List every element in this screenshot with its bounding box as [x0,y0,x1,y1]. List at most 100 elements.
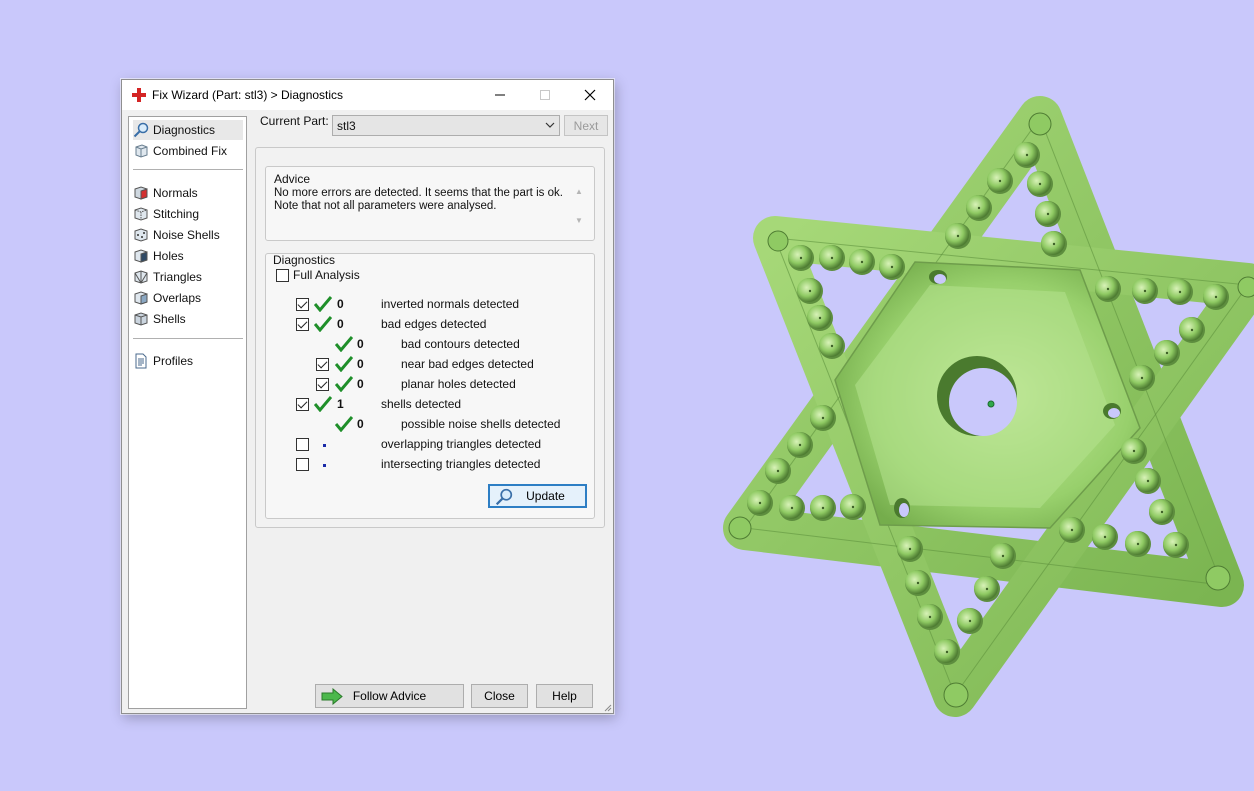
scroll-up-icon[interactable]: ▲ [572,187,586,196]
follow-advice-label: Follow Advice [352,689,427,703]
normals-cube-icon [134,186,148,200]
check-icon [335,376,353,392]
intersecting-triangles-text: intersecting triangles detected [381,457,541,471]
advice-title: Advice [274,172,311,186]
nav-item-triangles[interactable]: Triangles [133,267,243,287]
check-icon [314,396,332,412]
resize-grip-icon[interactable] [602,702,612,712]
current-part-value: stl3 [337,118,356,133]
fix-wizard-dialog: Fix Wizard (Part: stl3) > Diagnostics Di… [121,79,614,714]
app-cross-icon [132,88,146,102]
close-button[interactable]: Close [471,684,528,708]
check-icon [335,336,353,352]
arrow-right-icon [321,688,343,705]
shells-cube-icon [134,312,148,326]
planar-holes-count: 0 [357,377,364,391]
check-icon [335,416,353,432]
nav-item-overlaps[interactable]: Overlaps [133,288,243,308]
pending-dot-icon [323,444,326,447]
triangles-cube-icon [134,270,148,284]
nav-label: Shells [153,312,186,326]
noise-shells-count: 0 [357,417,364,431]
advice-line: Note that not all parameters were analys… [274,200,497,212]
current-part-select[interactable]: stl3 [332,115,560,136]
full-analysis-checkbox[interactable] [276,269,289,282]
bad-contours-text: bad contours detected [401,337,520,351]
nav-label: Normals [153,186,198,200]
inverted-normals-checkbox[interactable] [296,298,309,311]
document-icon [135,353,147,369]
diagnostics-group: Diagnostics Full Analysis 0 inverted nor… [265,253,595,519]
nav-item-combined-fix[interactable]: Combined Fix [133,141,243,161]
close-icon [584,89,596,101]
current-part-label: Current Part: [260,114,329,128]
help-button[interactable]: Help [536,684,593,708]
check-icon [314,316,332,332]
nav-item-stitching[interactable]: Stitching [133,204,243,224]
title-bar[interactable]: Fix Wizard (Part: stl3) > Diagnostics [122,80,613,110]
nav-label: Profiles [153,354,194,368]
cube-icon [135,144,148,158]
follow-advice-button[interactable]: Follow Advice [315,684,464,708]
nav-label: Holes [153,249,184,263]
shells-count: 1 [337,397,344,411]
close-window-button[interactable] [567,80,613,110]
near-bad-edges-count: 0 [357,357,364,371]
nav-item-profiles[interactable]: Profiles [133,351,243,371]
minimize-icon [495,94,505,96]
nav-label: Stitching [153,207,200,221]
overlaps-cube-icon [134,291,148,305]
near-bad-edges-checkbox[interactable] [316,358,329,371]
next-button[interactable]: Next [564,115,608,136]
advice-text: No more errors are detected. It seems th… [274,187,570,235]
wizard-nav-panel: Diagnostics Combined Fix Normals Stitchi… [128,116,247,709]
planar-holes-text: planar holes detected [401,377,516,391]
window-title: Fix Wizard (Part: stl3) > Diagnostics [152,88,344,102]
nav-label: Triangles [153,270,202,284]
nav-item-holes[interactable]: Holes [133,246,243,266]
update-button[interactable]: Update [488,484,587,508]
near-bad-edges-text: near bad edges detected [401,357,534,371]
bad-edges-count: 0 [337,317,344,331]
maximize-icon [540,90,550,100]
nav-item-normals[interactable]: Normals [133,183,243,203]
advice-line: No more errors are detected. It seems th… [274,187,563,199]
intersecting-triangles-checkbox[interactable] [296,458,309,471]
bad-contours-count: 0 [357,337,364,351]
pending-dot-icon [323,464,326,467]
nav-divider [133,169,243,170]
maximize-button[interactable] [522,80,568,110]
scroll-down-icon[interactable]: ▼ [572,216,586,225]
check-icon [314,296,332,312]
inverted-normals-count: 0 [337,297,344,311]
bad-edges-checkbox[interactable] [296,318,309,331]
chevron-down-icon [545,122,555,128]
nav-item-shells[interactable]: Shells [133,309,243,329]
nav-divider [133,338,243,339]
full-analysis-label: Full Analysis [293,268,360,282]
nav-label: Noise Shells [153,228,220,242]
overlapping-triangles-checkbox[interactable] [296,438,309,451]
nav-label: Combined Fix [153,144,228,158]
bad-edges-text: bad edges detected [381,317,487,331]
magnifier-icon [133,122,149,138]
check-icon [335,356,353,372]
minimize-button[interactable] [477,80,523,110]
nav-item-diagnostics[interactable]: Diagnostics [133,120,243,140]
shells-text: shells detected [381,397,462,411]
inverted-normals-text: inverted normals detected [381,297,520,311]
noise-shells-text: possible noise shells detected [401,417,561,431]
nav-item-noise-shells[interactable]: Noise Shells [133,225,243,245]
nav-label: Diagnostics [153,123,216,137]
noise-shells-icon [134,228,148,242]
advice-scrollbar[interactable]: ▲ ▼ [572,187,586,233]
nav-label: Overlaps [153,291,202,305]
stitching-cube-icon [134,207,148,221]
planar-holes-checkbox[interactable] [316,378,329,391]
update-label: Update [526,489,565,503]
advice-group: Advice No more errors are detected. It s… [265,166,595,241]
overlapping-triangles-text: overlapping triangles detected [381,437,542,451]
diagnostics-title: Diagnostics [273,253,336,267]
magnifier-icon [495,488,513,506]
shells-checkbox[interactable] [296,398,309,411]
